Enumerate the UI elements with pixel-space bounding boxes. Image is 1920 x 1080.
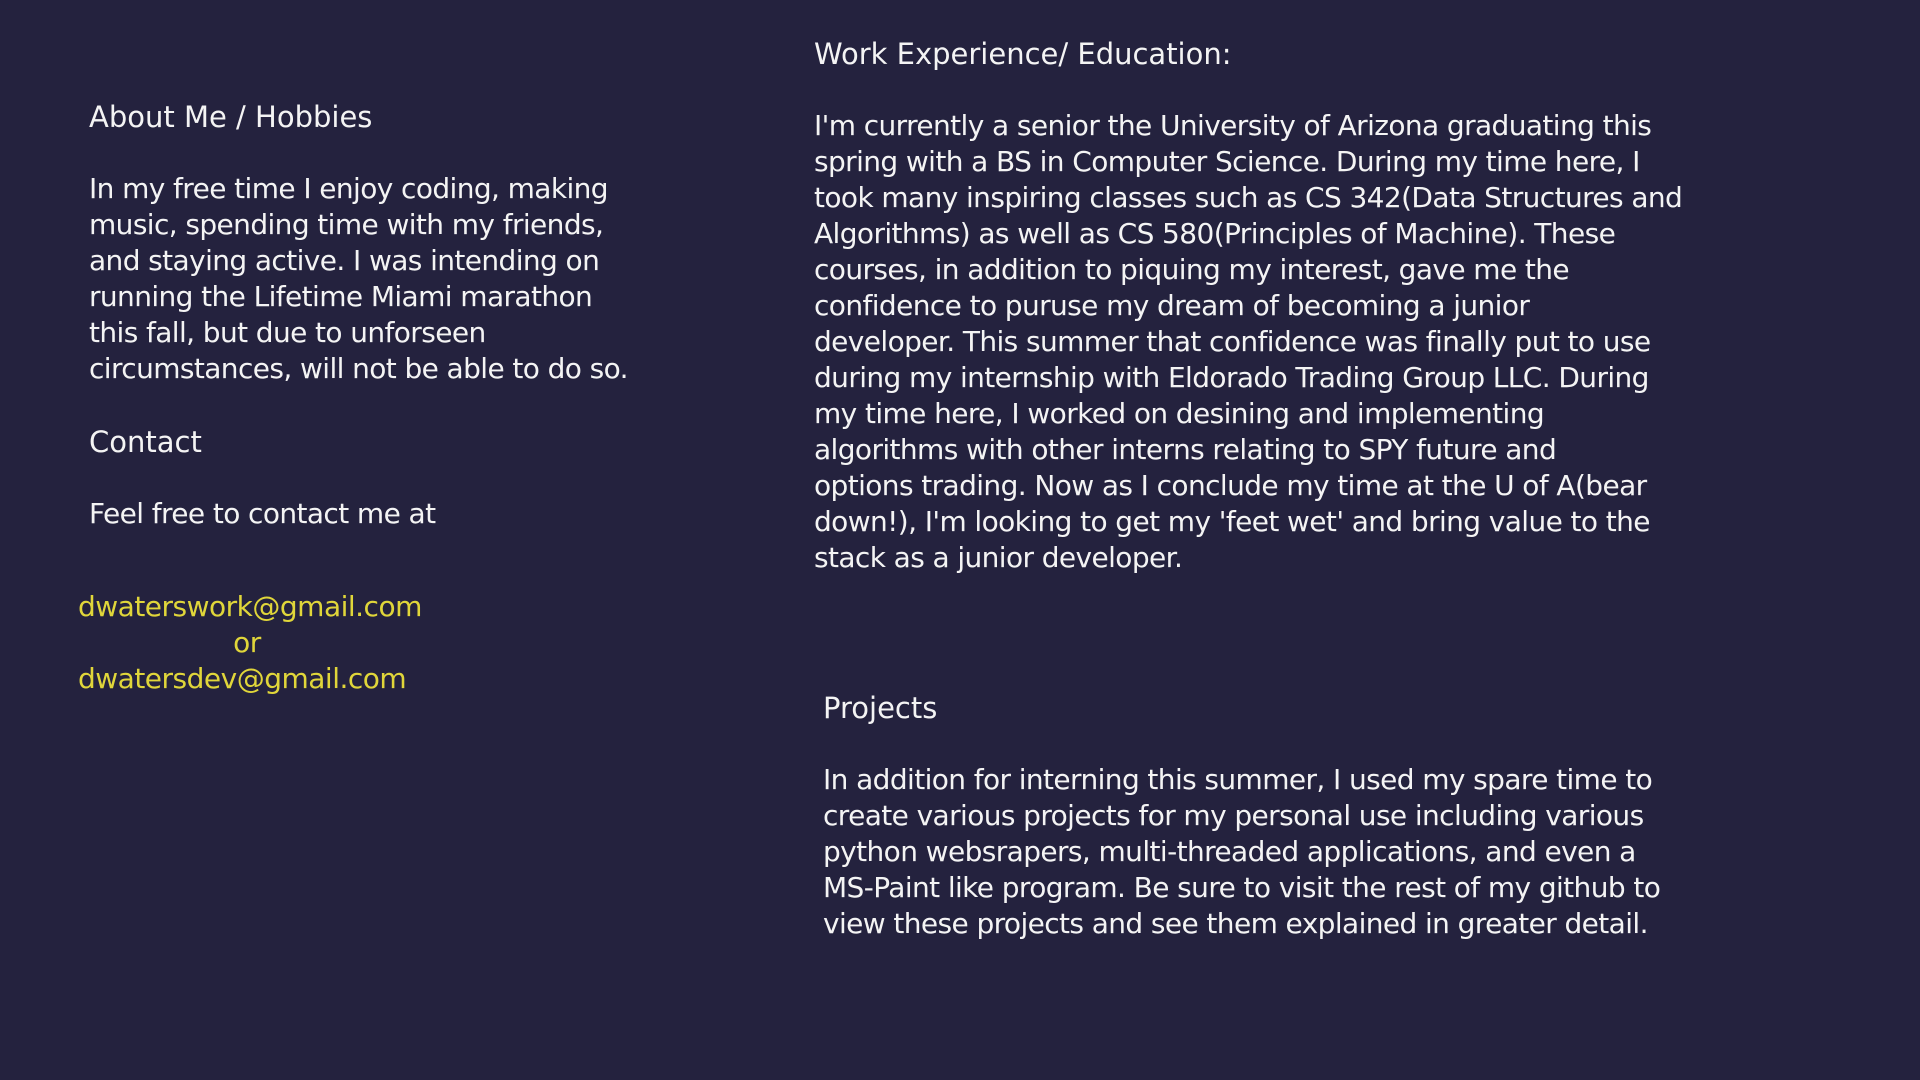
work-line: developer. This summer that confidence w… <box>814 325 1651 358</box>
email-separator: or <box>233 626 261 659</box>
contact-heading: Contact <box>89 425 202 459</box>
projects-line: python websrapers, multi-threaded applic… <box>823 835 1636 868</box>
work-line: I'm currently a senior the University of… <box>814 109 1652 142</box>
about-line: circumstances, will not be able to do so… <box>89 352 629 385</box>
projects-heading: Projects <box>823 691 938 725</box>
email-link-work[interactable]: dwaterswork@gmail.com <box>78 589 422 625</box>
about-line: and staying active. I was intending on <box>89 244 600 277</box>
projects-line: MS-Paint like program. Be sure to visit … <box>823 871 1661 904</box>
work-line: algorithms with other interns relating t… <box>814 433 1557 466</box>
about-text: In my free time I enjoy coding, making m… <box>89 171 679 387</box>
projects-line: view these projects and see them explain… <box>823 907 1649 940</box>
work-line: during my internship with Eldorado Tradi… <box>814 361 1649 394</box>
projects-line: create various projects for my personal … <box>823 799 1644 832</box>
work-section: Work Experience/ Education: I'm currentl… <box>814 36 1814 576</box>
contact-emails: dwaterswork@gmail.com or dwatersdev@gmai… <box>78 589 422 697</box>
contact-line: Feel free to contact me at <box>89 497 436 530</box>
work-line: courses, in addition to piquing my inter… <box>814 253 1570 286</box>
work-text: I'm currently a senior the University of… <box>814 108 1814 576</box>
projects-line: In addition for interning this summer, I… <box>823 763 1653 796</box>
email-link-dev[interactable]: dwatersdev@gmail.com <box>78 661 408 697</box>
about-line: music, spending time with my friends, <box>89 208 604 241</box>
work-line: took many inspiring classes such as CS 3… <box>814 181 1683 214</box>
projects-section: Projects In addition for interning this … <box>823 690 1823 942</box>
about-line: In my free time I enjoy coding, making <box>89 172 609 205</box>
contact-section: Contact Feel free to contact me at <box>89 424 679 532</box>
work-line: stack as a junior developer. <box>814 541 1183 574</box>
work-line: down!), I'm looking to get my 'feet wet'… <box>814 505 1651 538</box>
about-line: this fall, but due to unforseen <box>89 316 486 349</box>
about-section: About Me / Hobbies In my free time I enj… <box>89 99 679 387</box>
work-line: spring with a BS in Computer Science. Du… <box>814 145 1640 178</box>
projects-text: In addition for interning this summer, I… <box>823 762 1823 942</box>
work-line: confidence to puruse my dream of becomin… <box>814 289 1530 322</box>
contact-text: Feel free to contact me at <box>89 496 679 532</box>
work-line: my time here, I worked on desining and i… <box>814 397 1545 430</box>
work-heading: Work Experience/ Education: <box>814 37 1232 71</box>
about-heading: About Me / Hobbies <box>89 100 373 134</box>
about-line: running the Lifetime Miami marathon <box>89 280 593 313</box>
work-line: options trading. Now as I conclude my ti… <box>814 469 1647 502</box>
work-line: Algorithms) as well as CS 580(Principles… <box>814 217 1616 250</box>
